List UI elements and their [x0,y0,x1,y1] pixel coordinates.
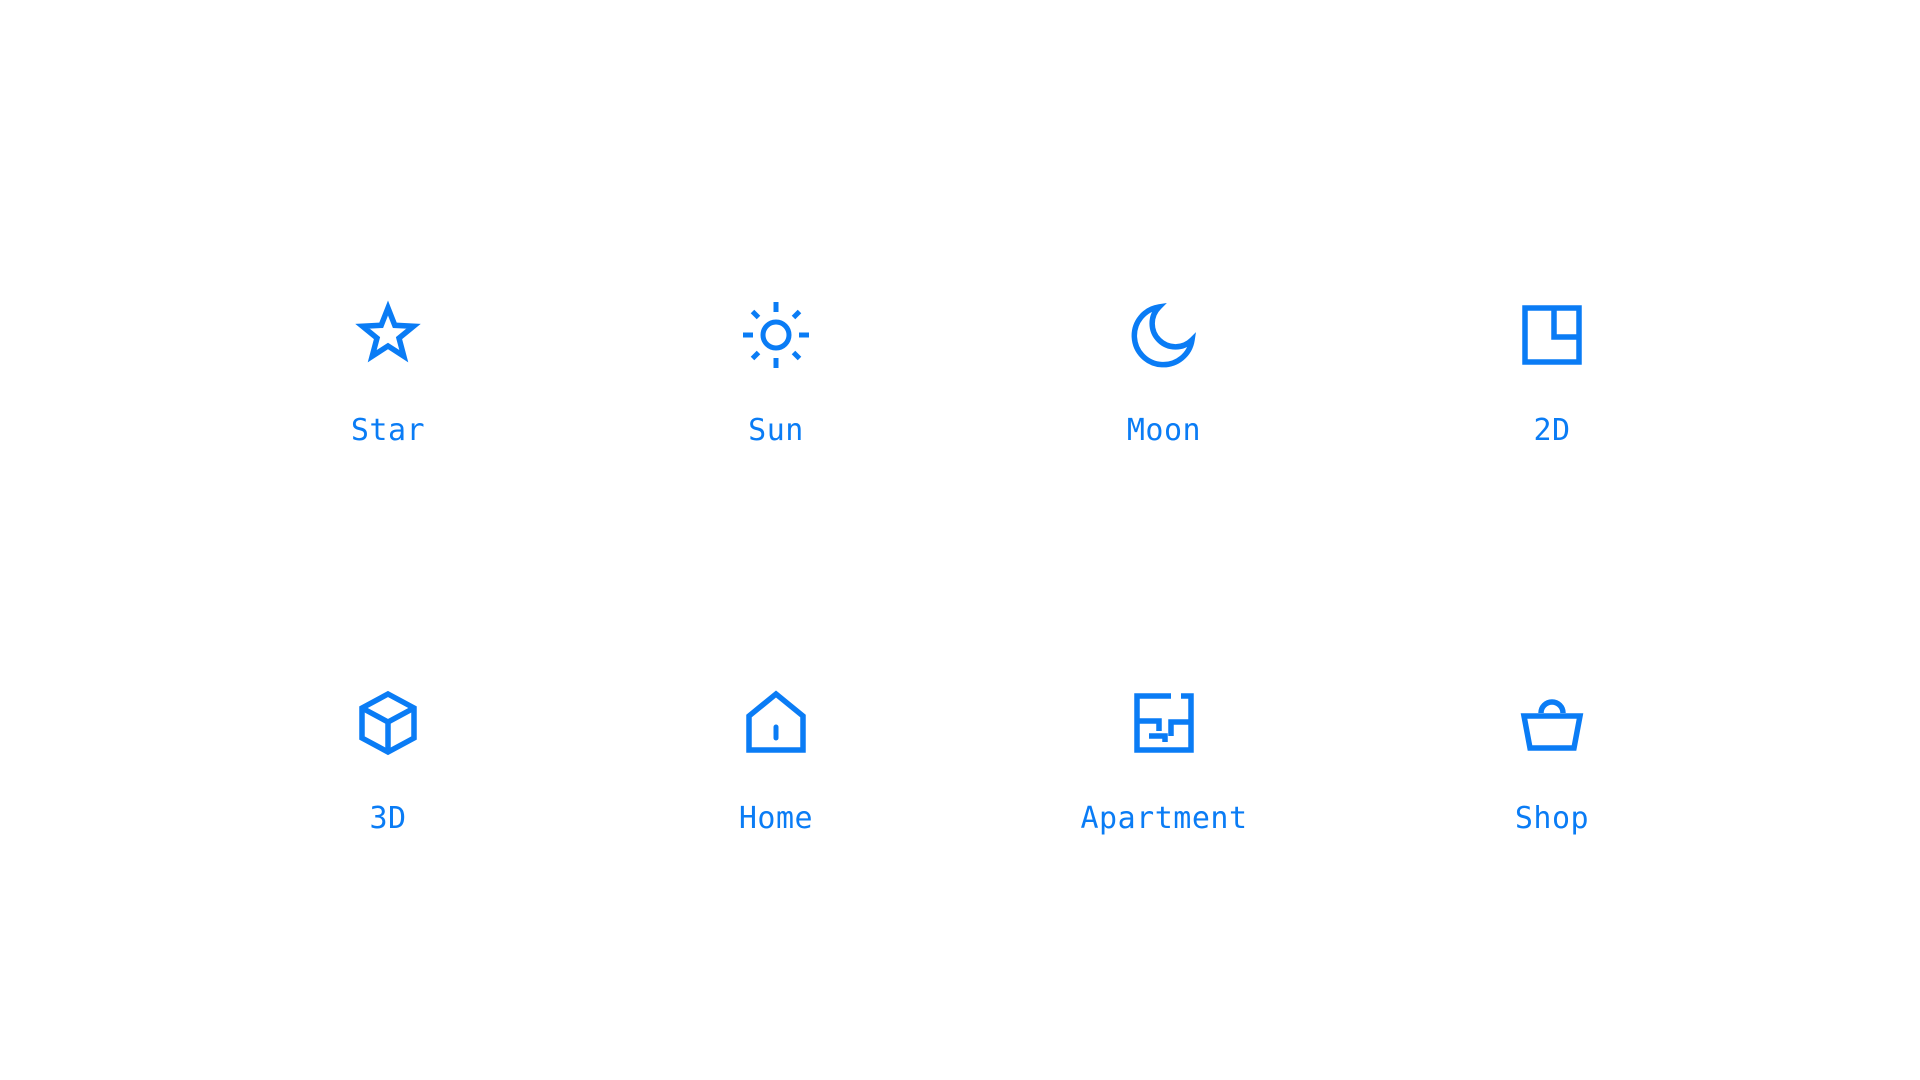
icon-tile-moon[interactable]: Moon [1014,300,1314,500]
icon-label: 2D [1533,413,1571,448]
icon-tile-apartment[interactable]: Apartment [1014,688,1314,888]
icon-label: Apartment [1080,801,1248,836]
icon-tile-home[interactable]: Home [626,688,926,888]
icon-label: 3D [369,801,407,836]
icon-tile-2d[interactable]: 2D [1402,300,1702,500]
star-icon [353,300,423,370]
icon-label: Star [350,413,426,448]
icon-tile-shop[interactable]: Shop [1402,688,1702,888]
shopping-basket-icon [1517,688,1587,758]
cube-3d-icon [353,688,423,758]
apartment-icon [1129,688,1199,758]
icon-label: Sun [748,413,804,448]
icon-tile-sun[interactable]: Sun [626,300,926,500]
icon-tile-star[interactable]: Star [238,300,538,500]
floorplan-2d-icon [1517,300,1587,370]
sun-icon [741,300,811,370]
icon-grid: Star Sun Moon 2D 3D Home Apartment Shop [0,0,1920,1080]
icon-tile-3d[interactable]: 3D [238,688,538,888]
moon-icon [1129,300,1199,370]
icon-label: Moon [1126,413,1202,448]
icon-label: Shop [1514,801,1590,836]
home-icon [741,688,811,758]
icon-label: Home [738,801,814,836]
